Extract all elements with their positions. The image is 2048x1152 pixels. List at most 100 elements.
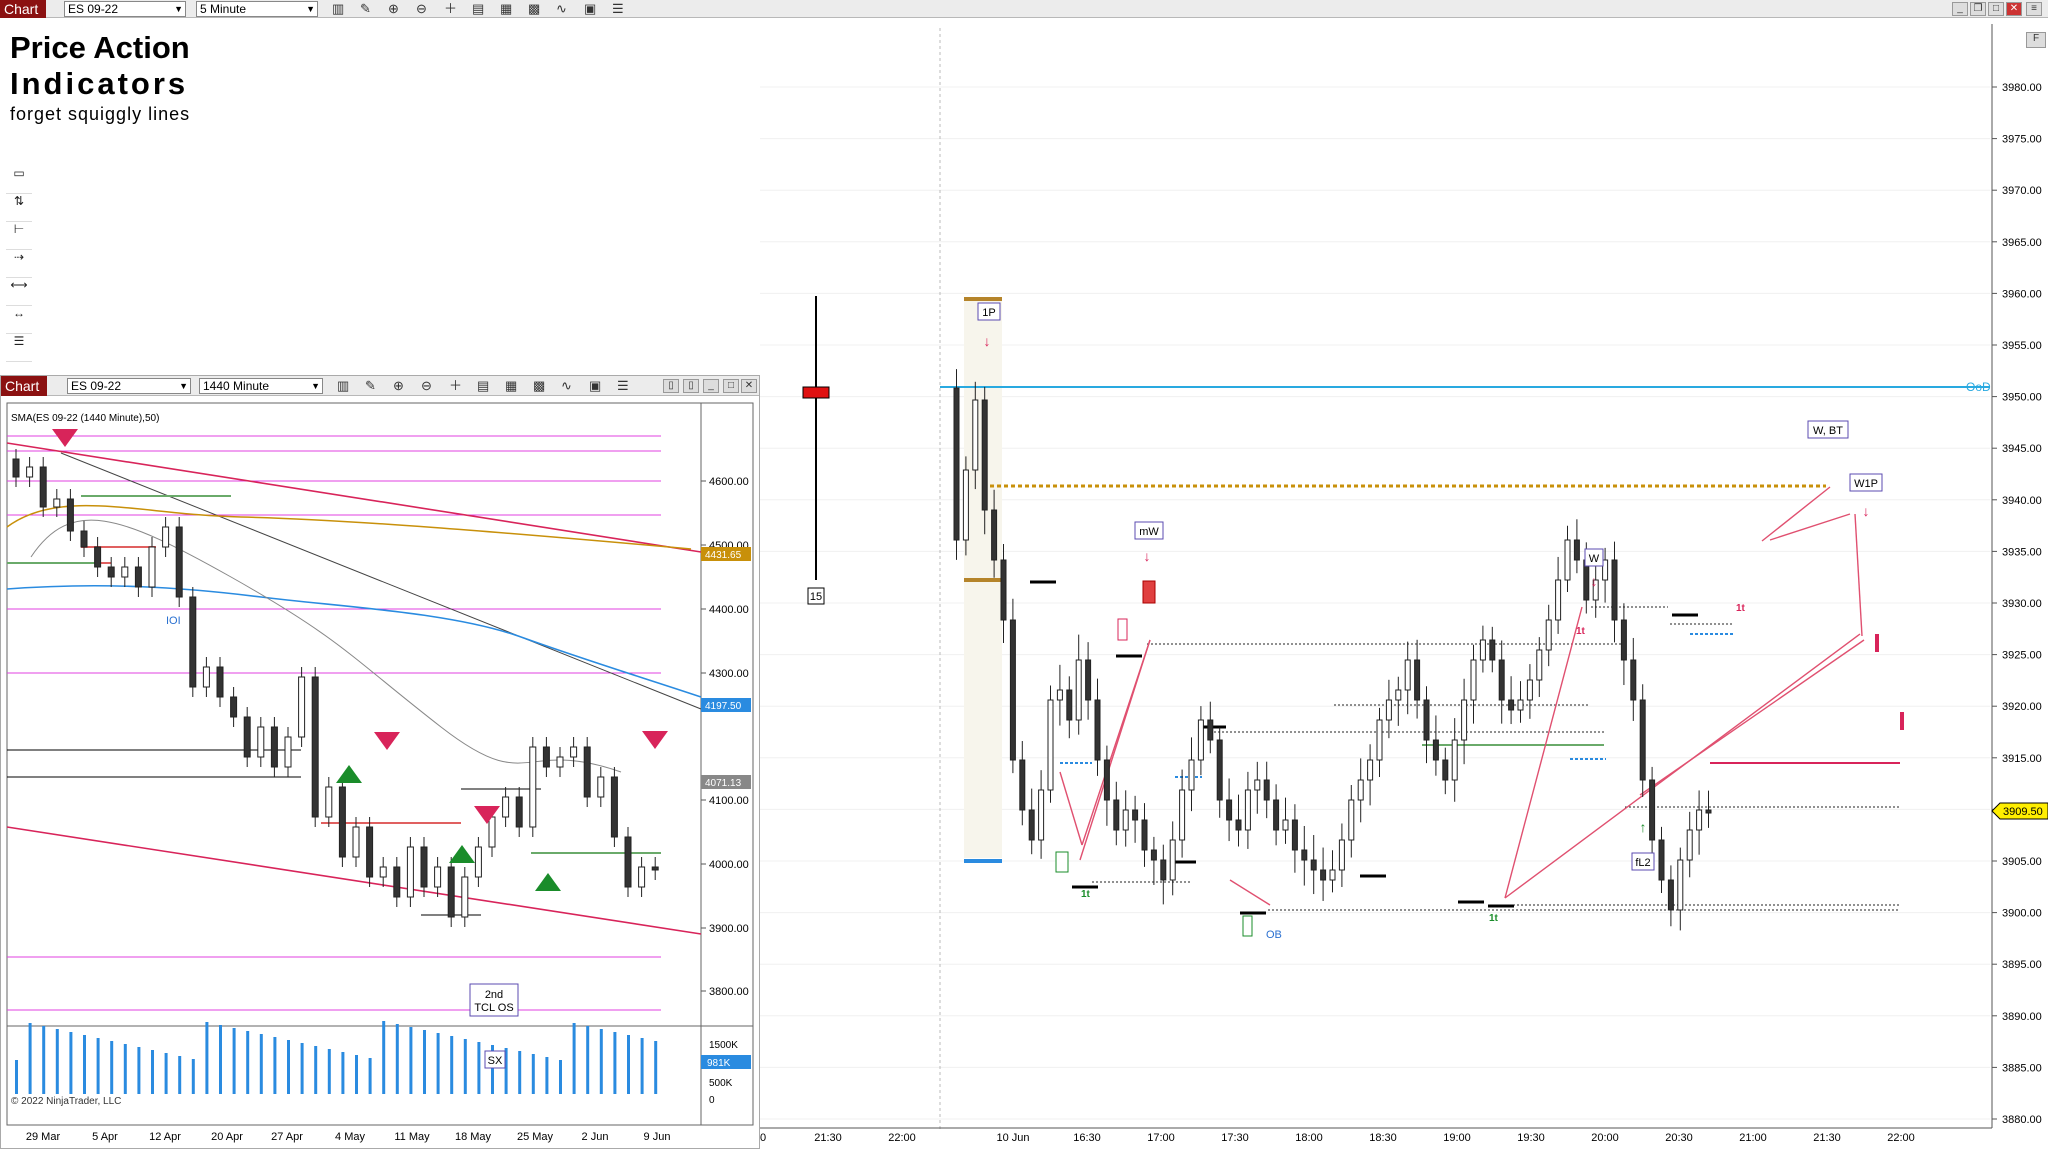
svg-text:↓: ↓	[1863, 503, 1870, 519]
daily-minimize-button[interactable]: _	[703, 379, 719, 393]
menu-icon[interactable]: ☰	[612, 0, 624, 18]
time-tick-label: 16:30	[1073, 1132, 1101, 1144]
volume-bar	[463, 1039, 467, 1094]
daily-zoom-in-icon[interactable]: ⊕	[393, 377, 404, 395]
candle	[1291, 819, 1298, 851]
candle	[1075, 659, 1082, 721]
data-box-icon[interactable]: ▣	[584, 0, 596, 18]
daily-interval-select[interactable]: 1440 Minute ▼	[199, 378, 323, 394]
maximize-button[interactable]: □	[1988, 2, 2004, 16]
indicator-icon[interactable]: ∿	[556, 0, 567, 18]
candle	[1489, 639, 1496, 661]
daily-candle	[461, 876, 469, 918]
ioi-label: IOI	[166, 615, 181, 627]
side-marker-block	[802, 386, 830, 399]
crosshair-icon[interactable]: ＋	[444, 0, 457, 18]
minimize-button[interactable]: _	[1952, 2, 1968, 16]
ray-icon[interactable]: ⇢	[6, 250, 32, 278]
candle	[1047, 699, 1054, 791]
price-tick-label: 3915.00	[2002, 753, 2042, 765]
instrument-select[interactable]: ES 09-22 ▼	[64, 1, 186, 17]
chart-trader-button[interactable]: F	[2026, 32, 2046, 48]
daily-properties-icon[interactable]: ▤	[477, 377, 489, 395]
daily-tile-button[interactable]: ▯	[663, 379, 679, 393]
daily-pencil-icon[interactable]: ✎	[365, 377, 376, 395]
daily-close-button[interactable]: ✕	[741, 379, 757, 393]
daily-candle	[597, 776, 605, 798]
daily-price-tag-label: 4071.13	[705, 778, 742, 789]
svg-text:1P: 1P	[982, 307, 995, 319]
volume-bar	[137, 1047, 141, 1094]
volume-bar	[123, 1044, 127, 1094]
daily-price-chart[interactable]: SMA(ES 09-22 (1440 Minute),50) 4600.0045…	[1, 397, 759, 1149]
time-tick-label: 10 Jun	[996, 1132, 1029, 1144]
candle	[1338, 839, 1345, 871]
daily-price-tick-label: 3800.00	[709, 986, 749, 998]
daily-templates-icon[interactable]: ▦	[505, 377, 517, 395]
daily-data-box-icon[interactable]: ▣	[589, 377, 601, 395]
daily-indicator-icon[interactable]: ∿	[561, 377, 572, 395]
daily-price-tick-label: 4100.00	[709, 795, 749, 807]
daily-candle	[121, 566, 129, 578]
candle	[1696, 809, 1703, 831]
interval-select[interactable]: 5 Minute ▼	[196, 1, 318, 17]
time-tick-label: 19:00	[1443, 1132, 1471, 1144]
tab-list-button[interactable]: ≡	[2026, 2, 2042, 16]
candle	[1508, 699, 1515, 711]
strategies-icon[interactable]: ▩	[528, 0, 540, 18]
daily-chart-tab[interactable]: Chart	[1, 376, 47, 396]
properties-icon[interactable]: ▤	[472, 0, 484, 18]
daily-chart-window: Chart ES 09-22 ▼ 1440 Minute ▼ ▥ ✎ ⊕ ⊖ ＋ ▤…	[0, 375, 760, 1149]
daily-price-tick-label: 3900.00	[709, 923, 749, 935]
chart-tab[interactable]: Chart	[0, 0, 46, 18]
candle	[1376, 719, 1383, 761]
zoom-out-icon[interactable]: ⊖	[416, 0, 427, 18]
main-time-axis: 00 21:30 22:00 10 Jun 16:30 17:00 17:30 18:00 18…	[754, 1132, 1915, 1144]
arrow-line-icon[interactable]: ↔	[6, 306, 32, 334]
candle	[1094, 699, 1101, 761]
volume-bar	[151, 1050, 154, 1094]
candle	[1432, 739, 1439, 761]
volume-bar	[219, 1025, 222, 1094]
risk-reward-icon[interactable]: ⇅	[6, 194, 32, 222]
daily-candle	[189, 596, 197, 688]
pencil-icon[interactable]: ✎	[360, 0, 371, 18]
daily-candle	[624, 836, 632, 888]
volume-bar	[259, 1034, 263, 1094]
templates-icon[interactable]: ▦	[500, 0, 512, 18]
daily-strategies-icon[interactable]: ▩	[533, 377, 545, 395]
bars-icon[interactable]: ▥	[332, 0, 344, 18]
candle	[1545, 619, 1552, 651]
extended-line-icon[interactable]: ⟷	[6, 278, 32, 306]
daily-candle	[284, 736, 292, 768]
daily-maximize-button[interactable]: □	[723, 379, 739, 393]
daily-zoom-out-icon[interactable]: ⊖	[421, 377, 432, 395]
daily-candle	[202, 666, 210, 688]
daily-tile2-button[interactable]: ▯	[683, 379, 699, 393]
daily-bars-icon[interactable]: ▥	[337, 377, 349, 395]
restore-button[interactable]: ❐	[1970, 2, 1986, 16]
line-icon[interactable]: ⊢	[6, 222, 32, 250]
daily-crosshair-icon[interactable]: ＋	[449, 377, 462, 395]
candle	[1019, 759, 1026, 811]
daily-price-tick-label: 4000.00	[709, 859, 749, 871]
candle	[1395, 689, 1402, 701]
candle	[953, 387, 960, 541]
daily-candle	[420, 846, 428, 888]
daily-instrument-select[interactable]: ES 09-22 ▼	[67, 378, 191, 394]
side-marker-label: 15	[810, 591, 822, 603]
daily-date-label: 27 Apr	[271, 1131, 303, 1143]
daily-candle	[529, 746, 537, 828]
horizontal-lines-icon[interactable]: ☰	[6, 334, 32, 362]
candle	[1226, 799, 1233, 821]
daily-price-tag-label: 4431.65	[705, 550, 742, 561]
zoom-in-icon[interactable]: ⊕	[388, 0, 399, 18]
candle	[1169, 839, 1176, 881]
candle	[1414, 659, 1421, 701]
daily-menu-icon[interactable]: ☰	[617, 377, 629, 395]
price-tick-label: 3980.00	[2002, 82, 2042, 94]
close-button[interactable]: ✕	[2006, 2, 2022, 16]
ruler-icon[interactable]: ▭	[6, 166, 32, 194]
daily-candle	[148, 546, 156, 588]
volume-tag-label: 981K	[707, 1058, 731, 1069]
